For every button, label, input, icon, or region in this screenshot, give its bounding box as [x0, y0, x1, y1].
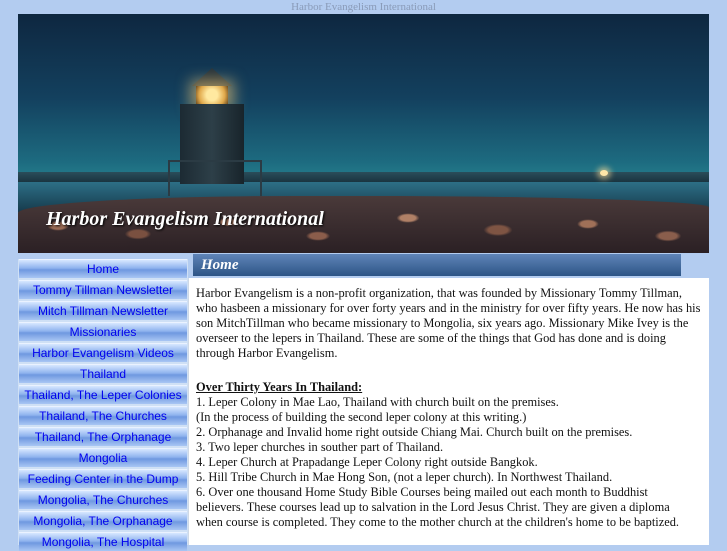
nav-item-videos[interactable]: Harbor Evangelism Videos: [19, 343, 187, 362]
list-item: 6. Over one thousand Home Study Bible Co…: [196, 485, 648, 499]
nav-item-mitch-tillman-newsletter[interactable]: Mitch Tillman Newsletter: [19, 301, 187, 320]
nav-item-home[interactable]: Home: [19, 259, 187, 278]
browser-title: Harbor Evangelism International: [291, 1, 436, 13]
list-item: believers. These courses lead up to salv…: [196, 500, 670, 514]
main-content: Harbor Evangelism is a non-profit organi…: [188, 278, 709, 545]
nav-item-thailand[interactable]: Thailand: [19, 364, 187, 383]
nav-item-thailand-orphanage[interactable]: Thailand, The Orphanage: [19, 427, 187, 446]
page-title: Home: [201, 257, 239, 273]
nav-item-thailand-leper-colonies[interactable]: Thailand, The Leper Colonies: [19, 385, 187, 404]
nav-item-tommy-tillman-newsletter[interactable]: Tommy Tillman Newsletter: [19, 280, 187, 299]
list-item: 1. Leper Colony in Mae Lao, Thailand wit…: [196, 395, 559, 409]
list-item: 5. Hill Tribe Church in Mae Hong Son, (n…: [196, 470, 613, 484]
nav-item-missionaries[interactable]: Missionaries: [19, 322, 187, 341]
nav-item-mongolia-orphanage[interactable]: Mongolia, The Orphanage: [19, 511, 187, 530]
distant-light: [600, 170, 608, 176]
list-item: 4. Leper Church at Prapadange Leper Colo…: [196, 455, 538, 469]
nav-item-mongolia-churches[interactable]: Mongolia, The Churches: [19, 490, 187, 509]
page-heading-bar: Home: [193, 254, 681, 276]
list-item: when course is completed. They come to t…: [196, 515, 680, 529]
list-item: (In the process of building the second l…: [196, 410, 527, 424]
nav-item-mongolia[interactable]: Mongolia: [19, 448, 187, 467]
nav-item-mongolia-hospital[interactable]: Mongolia, The Hospital: [19, 532, 187, 551]
sidebar-nav: Home Tommy Tillman Newsletter Mitch Till…: [18, 259, 188, 551]
nav-item-thailand-churches[interactable]: Thailand, The Churches: [19, 406, 187, 425]
lighthouse-lamp: [196, 86, 228, 104]
thailand-section: Over Thirty Years In Thailand: 1. Leper …: [196, 380, 706, 530]
nav-item-feeding-center[interactable]: Feeding Center in the Dump: [19, 469, 187, 488]
lighthouse-deck: [168, 160, 262, 196]
banner-title: Harbor Evangelism International: [46, 208, 324, 230]
list-item: 2. Orphanage and Invalid home right outs…: [196, 425, 633, 439]
section-title: Over Thirty Years In Thailand:: [196, 380, 363, 394]
lighthouse-roof: [192, 68, 232, 86]
list-item: 3. Two leper churches in souther part of…: [196, 440, 444, 454]
header-banner: Harbor Evangelism International: [18, 14, 709, 253]
intro-paragraph: Harbor Evangelism is a non-profit organi…: [196, 286, 701, 360]
